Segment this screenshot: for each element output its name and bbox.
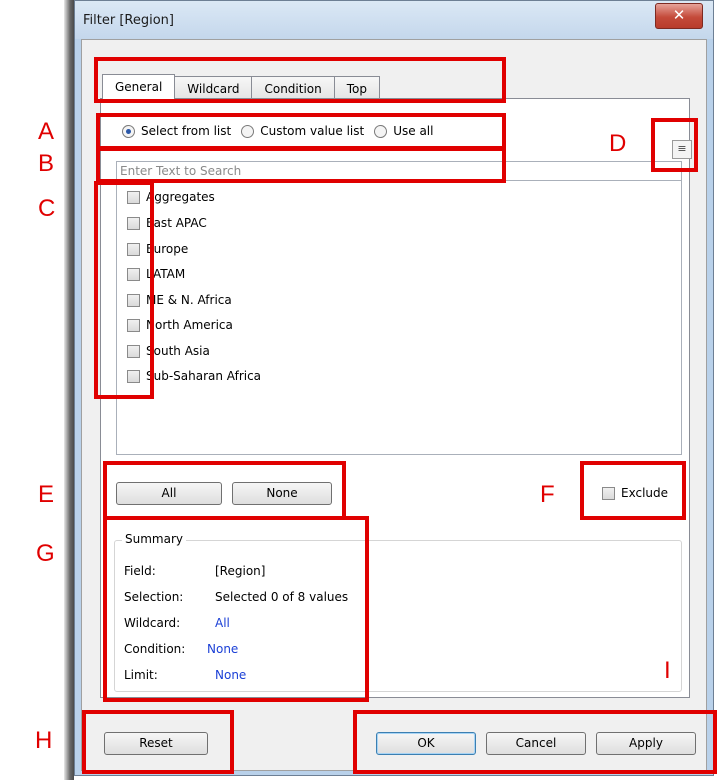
select-all-button[interactable]: All — [116, 482, 222, 505]
tab-general[interactable]: General — [102, 74, 176, 100]
annotation-letter-f: F — [540, 481, 555, 508]
list-item-label: South Asia — [146, 344, 210, 358]
search-input[interactable]: Enter Text to Search — [116, 161, 682, 181]
select-none-button[interactable]: None — [232, 482, 332, 505]
summary-row-wildcard: Wildcard: All — [124, 616, 424, 634]
options-menu-button[interactable]: ≡ — [672, 140, 692, 159]
summary-label: Wildcard: — [124, 616, 181, 630]
list-item[interactable]: East APAC — [127, 214, 207, 232]
window-title: Filter [Region] — [83, 13, 174, 28]
annotation-letter-d: D — [609, 130, 627, 157]
annotation-letter-g: G — [36, 540, 55, 567]
radio-label: Custom value list — [260, 124, 365, 138]
list-item[interactable]: LATAM — [127, 265, 185, 283]
summary-value: [Region] — [215, 564, 266, 578]
close-icon: ✕ — [672, 6, 686, 24]
list-item-label: Europe — [146, 242, 189, 256]
radio-custom-value-list[interactable]: Custom value list — [241, 124, 364, 138]
annotation-letter-b: B — [38, 150, 55, 177]
list-item-label: LATAM — [146, 267, 186, 281]
radio-indicator[interactable] — [241, 124, 255, 138]
list-item-label: Aggregates — [146, 190, 215, 204]
list-item[interactable]: Europe — [127, 240, 188, 258]
summary-label: Limit: — [124, 668, 158, 682]
tab-strip: General Wildcard Condition Top — [102, 74, 380, 100]
summary-row-condition: Condition: None — [124, 642, 424, 660]
title-bar: Filter [Region] ✕ — [75, 1, 713, 39]
checkbox[interactable] — [127, 369, 140, 383]
annotation-letter-e: E — [38, 481, 55, 508]
tab-wildcard[interactable]: Wildcard — [174, 76, 253, 99]
list-item-label: East APAC — [146, 216, 207, 230]
list-item[interactable]: Sub-Saharan Africa — [127, 367, 261, 385]
filter-dialog: Filter [Region] ✕ General Wildcard Condi… — [74, 0, 714, 776]
summary-title: Summary — [122, 532, 186, 546]
close-button[interactable]: ✕ — [655, 3, 703, 29]
summary-row-field: Field: [Region] — [124, 564, 424, 582]
radio-label: Use all — [393, 124, 434, 138]
summary-value-link[interactable]: None — [215, 668, 246, 682]
radio-use-all[interactable]: Use all — [374, 124, 433, 138]
tab-top[interactable]: Top — [333, 76, 380, 99]
summary-label: Field: — [124, 564, 156, 578]
summary-value-link[interactable]: None — [207, 642, 238, 656]
radio-indicator[interactable] — [122, 124, 135, 138]
exclude-checkbox[interactable] — [602, 486, 615, 500]
summary-row-selection: Selection: Selected 0 of 8 values — [124, 590, 424, 608]
list-item[interactable]: Aggregates — [127, 188, 215, 206]
reset-button[interactable]: Reset — [104, 732, 208, 755]
annotation-letter-h: H — [35, 727, 53, 754]
list-item[interactable]: North America — [127, 316, 233, 334]
summary-label: Selection: — [124, 590, 184, 604]
checkbox[interactable] — [127, 242, 140, 256]
list-item-label: Sub-Saharan Africa — [146, 369, 262, 383]
summary-value: Selected 0 of 8 values — [215, 590, 349, 604]
list-item[interactable]: ME & N. Africa — [127, 291, 232, 309]
checkbox[interactable] — [127, 318, 140, 332]
checkbox[interactable] — [127, 216, 140, 230]
summary-row-limit: Limit: None — [124, 668, 424, 686]
checkbox[interactable] — [127, 344, 140, 358]
exclude-option[interactable]: Exclude — [602, 486, 668, 500]
list-item-label: North America — [146, 318, 233, 332]
cancel-button[interactable]: Cancel — [486, 732, 586, 755]
list-item[interactable]: South Asia — [127, 342, 210, 360]
exclude-label: Exclude — [621, 486, 669, 500]
summary-label: Condition: — [124, 642, 186, 656]
checkbox[interactable] — [127, 267, 140, 281]
summary-value-link[interactable]: All — [215, 616, 230, 630]
radio-label: Select from list — [141, 124, 232, 138]
checkbox[interactable] — [127, 293, 140, 307]
annotation-letter-c: C — [38, 195, 56, 222]
checkbox[interactable] — [127, 190, 140, 204]
menu-icon: ≡ — [677, 142, 687, 155]
background-strip — [64, 0, 74, 780]
radio-select-from-list[interactable]: Select from list — [122, 124, 231, 138]
radio-indicator[interactable] — [374, 124, 388, 138]
annotation-letter-a: A — [38, 118, 55, 145]
selection-mode-radios: Select from list Custom value list Use a… — [122, 124, 443, 138]
tab-condition[interactable]: Condition — [251, 76, 335, 99]
apply-button[interactable]: Apply — [596, 732, 696, 755]
value-list: Aggregates East APAC Europe LATAM ME & N… — [116, 181, 682, 455]
list-item-label: ME & N. Africa — [146, 293, 232, 307]
ok-button[interactable]: OK — [376, 732, 476, 755]
annotation-letter-i: I — [664, 657, 671, 684]
